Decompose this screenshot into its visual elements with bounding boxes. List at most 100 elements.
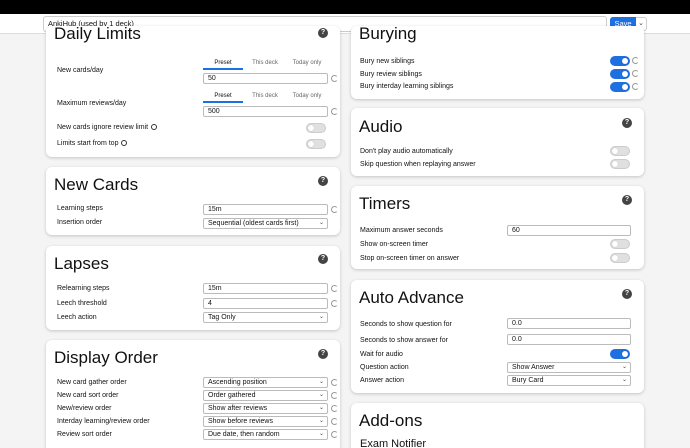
burying-card: Burying Bury new siblings Bury review si… xyxy=(351,24,644,99)
burying-title: Burying xyxy=(359,24,417,43)
revert-icon[interactable] xyxy=(331,285,338,292)
max-reviews-input[interactable]: 500 xyxy=(203,106,328,117)
chevron-down-icon: ⌄ xyxy=(621,377,627,383)
revert-icon[interactable] xyxy=(331,206,338,213)
sort-order-value: Order gathered xyxy=(208,392,256,399)
no-autoplay-toggle[interactable] xyxy=(610,146,630,156)
ignore-review-limit-label: New cards ignore review limit xyxy=(57,124,158,131)
addons-title: Add-ons xyxy=(359,411,423,430)
sort-order-label: New card sort order xyxy=(57,392,119,399)
leech-action-select[interactable]: Tag Only ⌄ xyxy=(203,312,328,323)
new-cards-per-day-input[interactable]: 50 xyxy=(203,73,328,84)
limits-from-top-text: Limits start from top xyxy=(57,140,119,147)
revert-icon[interactable] xyxy=(331,431,338,438)
interday-order-select[interactable]: Show before reviews ⌄ xyxy=(203,416,328,427)
bury-review-toggle[interactable] xyxy=(610,69,630,79)
max-reviews-label: Maximum reviews/day xyxy=(57,100,127,107)
gather-order-select[interactable]: Ascending position ⌄ xyxy=(203,377,328,388)
chevron-down-icon: ⌄ xyxy=(318,431,324,437)
review-sort-order-value: Due date, then random xyxy=(208,431,280,438)
review-sort-order-label: Review sort order xyxy=(57,431,112,438)
insertion-order-select[interactable]: Sequential (oldest cards first) ⌄ xyxy=(203,218,328,229)
chevron-down-icon: ⌄ xyxy=(318,418,324,424)
revert-icon[interactable] xyxy=(331,75,338,82)
answer-action-select[interactable]: Bury Card ⌄ xyxy=(507,375,631,386)
revert-icon[interactable] xyxy=(331,108,338,115)
question-action-value: Show Answer xyxy=(512,364,555,371)
chevron-down-icon: ⌄ xyxy=(318,405,324,411)
leech-action-label: Leech action xyxy=(57,314,97,321)
ignore-review-limit-toggle[interactable] xyxy=(306,123,326,133)
audio-card: Audio ? Don't play audio automatically S… xyxy=(351,108,644,176)
max-answer-input[interactable]: 60 xyxy=(507,225,631,236)
new-review-order-select[interactable]: Show after reviews ⌄ xyxy=(203,403,328,414)
new-review-order-label: New/review order xyxy=(57,405,112,412)
review-sort-order-select[interactable]: Due date, then random ⌄ xyxy=(203,429,328,440)
auto-advance-card: Auto Advance ? Seconds to show question … xyxy=(351,280,644,393)
limits-from-top-toggle[interactable] xyxy=(306,139,326,149)
question-action-label: Question action xyxy=(360,364,409,371)
question-action-select[interactable]: Show Answer ⌄ xyxy=(507,362,631,373)
leech-action-value: Tag Only xyxy=(208,314,236,321)
daily-limits-title: Daily Limits xyxy=(54,24,141,43)
tab-today-only[interactable]: Today only xyxy=(287,59,327,68)
insertion-order-value: Sequential (oldest cards first) xyxy=(208,220,299,227)
new-cards-card: New Cards ? Learning steps 15m Insertion… xyxy=(46,167,340,235)
learning-steps-label: Learning steps xyxy=(57,205,103,212)
revert-icon[interactable] xyxy=(632,57,639,64)
auto-advance-title: Auto Advance xyxy=(359,288,464,307)
new-review-order-value: Show after reviews xyxy=(208,405,268,412)
insertion-order-label: Insertion order xyxy=(57,219,103,226)
answer-action-label: Answer action xyxy=(360,377,404,384)
daily-limits-card: Daily Limits ? New cards/day Preset This… xyxy=(46,24,340,157)
help-icon[interactable]: ? xyxy=(318,349,328,359)
display-order-title: Display Order xyxy=(54,348,158,367)
revert-icon[interactable] xyxy=(331,300,338,307)
chevron-down-icon: ⌄ xyxy=(318,379,324,385)
tab-this-deck[interactable]: This deck xyxy=(245,59,285,68)
window-top-bar xyxy=(0,0,690,14)
bury-interday-toggle[interactable] xyxy=(610,82,630,92)
globe-icon xyxy=(151,124,158,131)
relearning-steps-input[interactable]: 15m xyxy=(203,283,328,294)
help-icon[interactable]: ? xyxy=(622,195,632,205)
chevron-down-icon: ⌄ xyxy=(318,314,324,320)
skip-question-toggle[interactable] xyxy=(610,159,630,169)
help-icon[interactable]: ? xyxy=(622,289,632,299)
help-icon[interactable]: ? xyxy=(622,118,632,128)
stop-timer-toggle[interactable] xyxy=(610,253,630,263)
tab-preset[interactable]: Preset xyxy=(203,92,243,103)
answer-secs-label: Seconds to show answer for xyxy=(360,337,448,344)
help-icon[interactable]: ? xyxy=(318,176,328,186)
revert-icon[interactable] xyxy=(331,379,338,386)
learning-steps-input[interactable]: 15m xyxy=(203,204,328,215)
tab-preset[interactable]: Preset xyxy=(203,59,243,70)
sort-order-select[interactable]: Order gathered ⌄ xyxy=(203,390,328,401)
revert-icon[interactable] xyxy=(331,418,338,425)
revert-icon[interactable] xyxy=(632,70,639,77)
tab-today-only[interactable]: Today only xyxy=(287,92,327,101)
interday-order-value: Show before reviews xyxy=(208,418,273,425)
skip-question-label: Skip question when replaying answer xyxy=(360,161,476,168)
bury-new-toggle[interactable] xyxy=(610,56,630,66)
answer-secs-input[interactable]: 0.0 xyxy=(507,334,631,345)
new-cards-per-day-label: New cards/day xyxy=(57,67,104,74)
max-answer-label: Maximum answer seconds xyxy=(360,227,443,234)
tab-this-deck[interactable]: This deck xyxy=(245,92,285,101)
show-timer-toggle[interactable] xyxy=(610,239,630,249)
globe-icon xyxy=(121,140,128,147)
chevron-down-icon: ⌄ xyxy=(318,392,324,398)
limits-from-top-label: Limits start from top xyxy=(57,140,128,147)
revert-icon[interactable] xyxy=(632,83,639,90)
wait-audio-toggle[interactable] xyxy=(610,349,630,359)
leech-threshold-input[interactable]: 4 xyxy=(203,298,328,309)
help-icon[interactable]: ? xyxy=(318,28,328,38)
revert-icon[interactable] xyxy=(331,405,338,412)
bury-review-label: Bury review siblings xyxy=(360,71,422,78)
leech-threshold-label: Leech threshold xyxy=(57,300,107,307)
revert-icon[interactable] xyxy=(331,392,338,399)
question-secs-input[interactable]: 0.0 xyxy=(507,318,631,329)
help-icon[interactable]: ? xyxy=(318,254,328,264)
gather-order-label: New card gather order xyxy=(57,379,127,386)
display-order-card: Display Order ? New card gather order As… xyxy=(46,340,340,448)
